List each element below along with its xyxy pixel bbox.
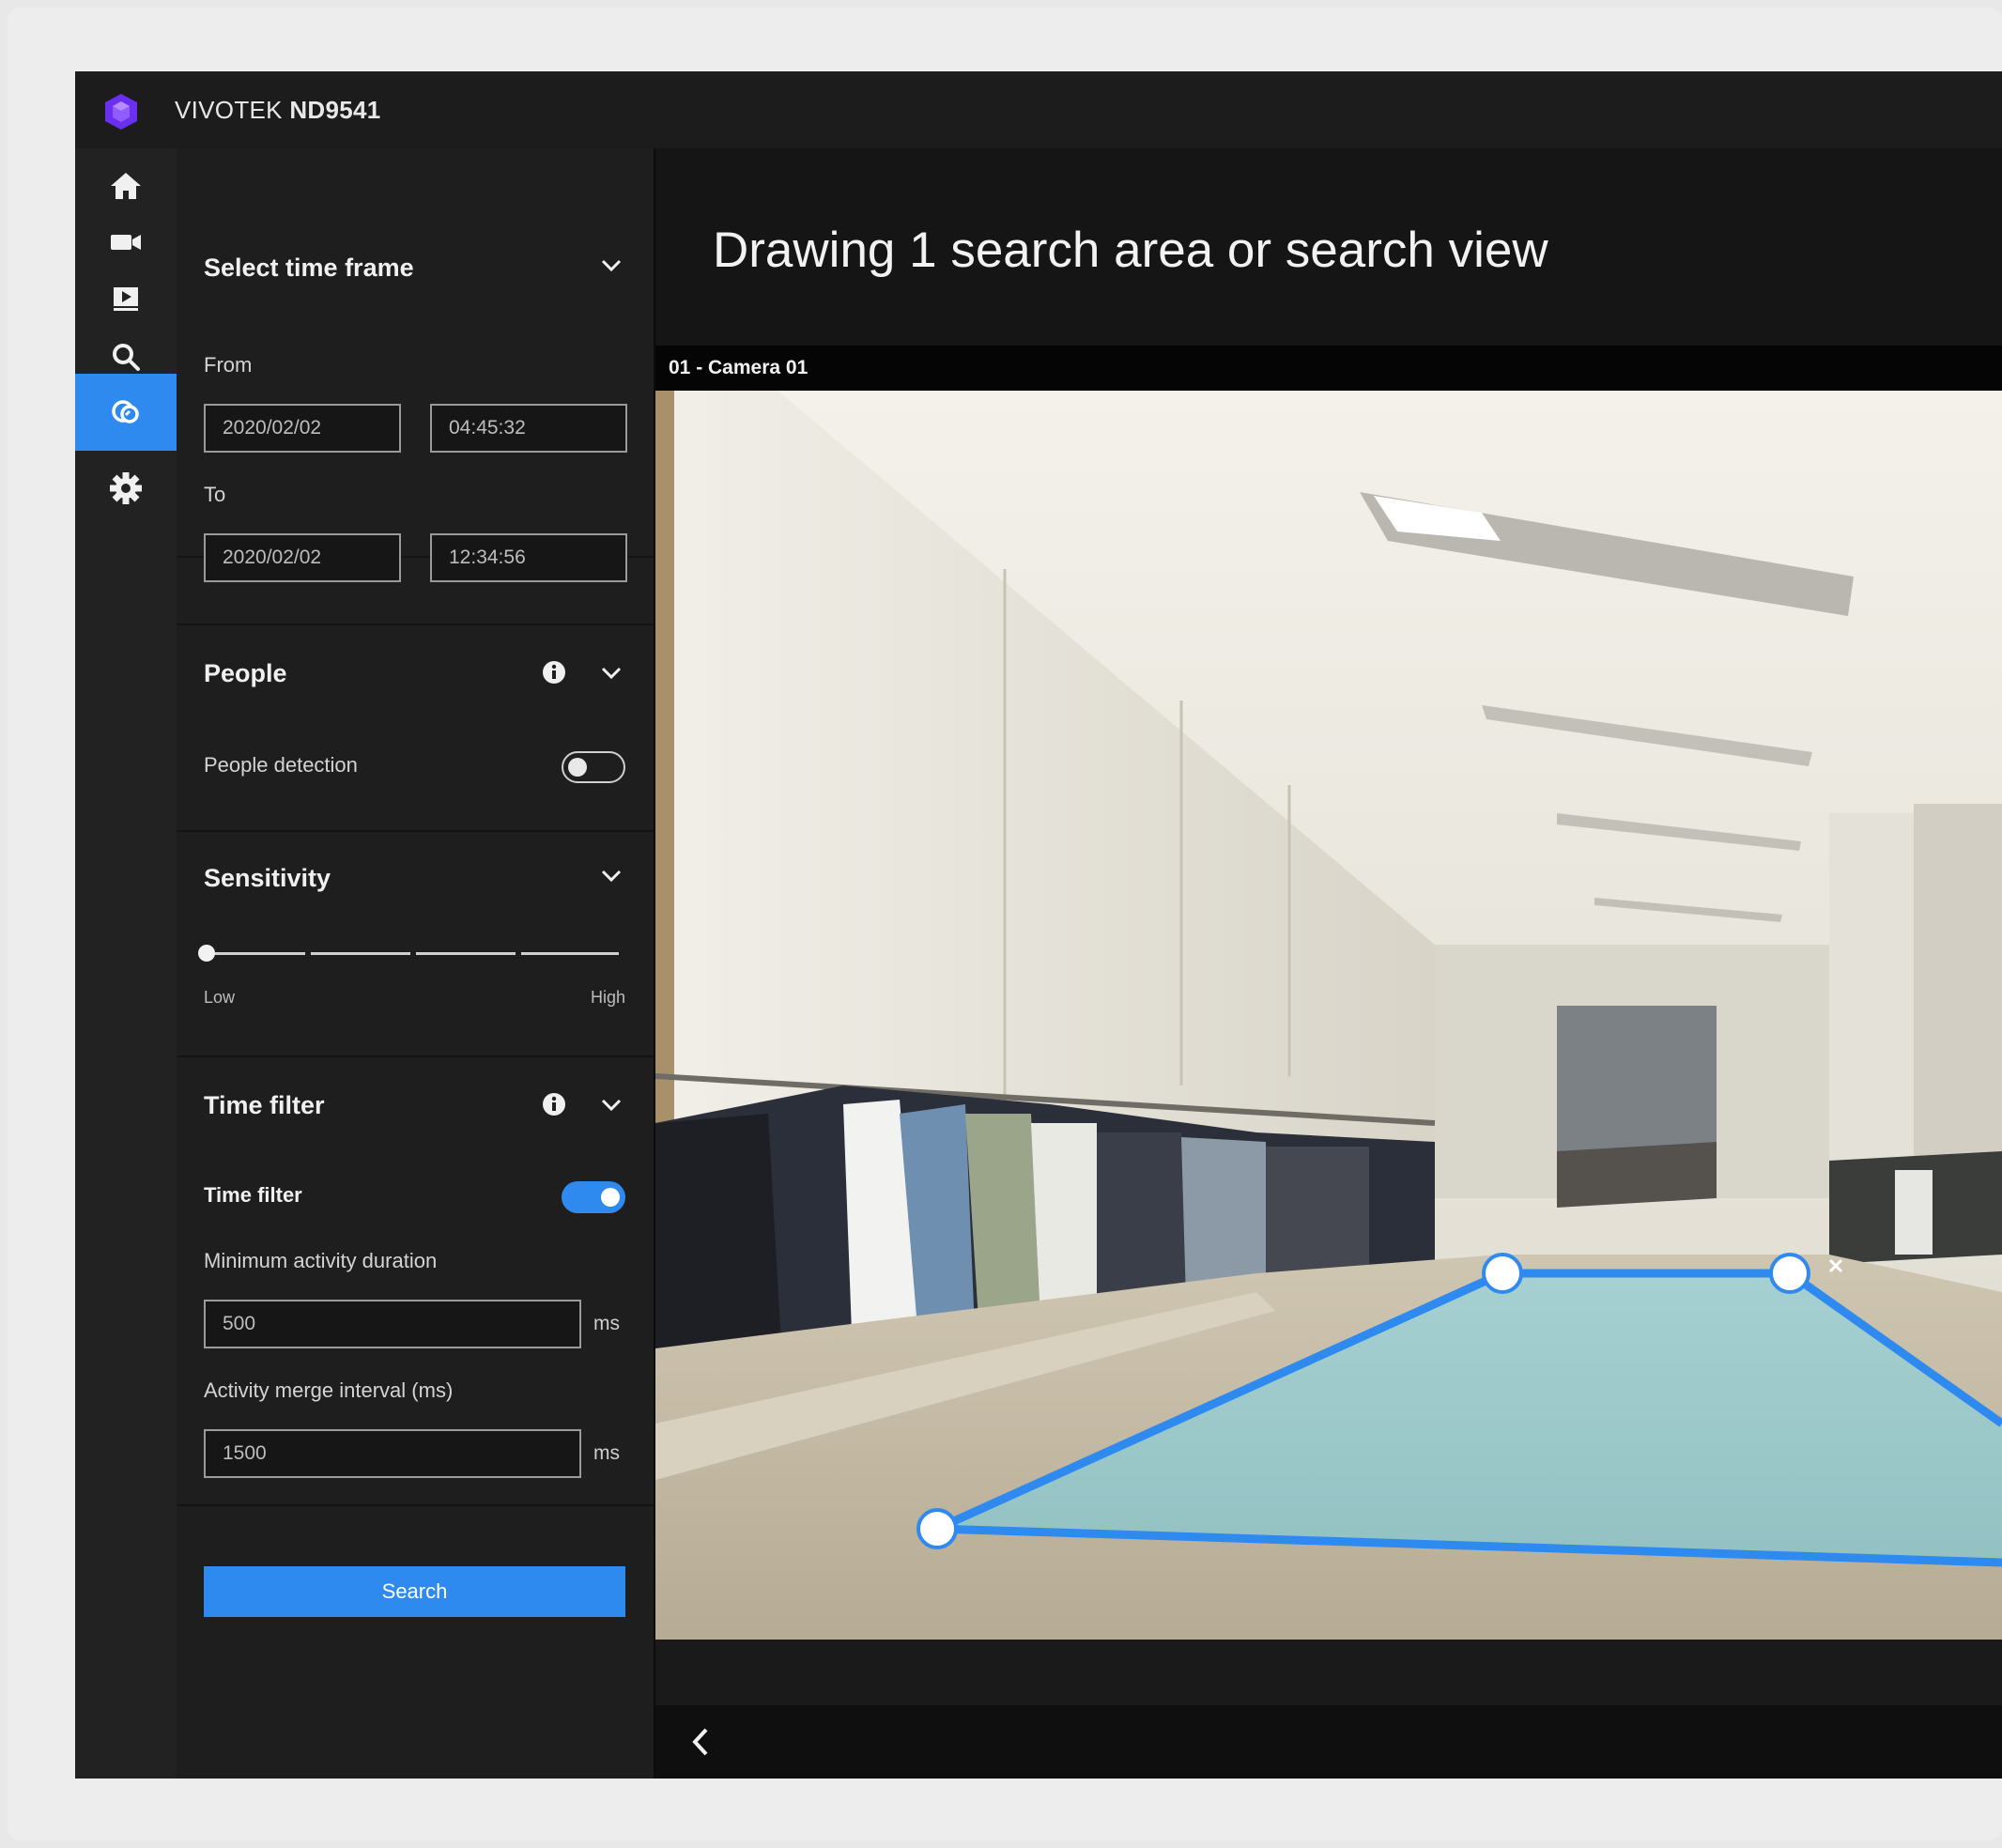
- to-label: To: [204, 483, 226, 506]
- search-button[interactable]: Search: [204, 1566, 625, 1617]
- people-section: People People detection: [177, 624, 654, 832]
- camera-video-view[interactable]: [655, 391, 2002, 1640]
- search-icon: [113, 344, 140, 371]
- time-frame-section: Select time frame From 2020/02/02 04:45:…: [177, 148, 654, 582]
- merge-interval-field[interactable]: 1500: [204, 1429, 581, 1478]
- people-detection-label: People detection: [204, 753, 358, 777]
- chevron-down-icon[interactable]: [597, 252, 625, 280]
- camera-icon: [111, 235, 141, 250]
- merge-interval-label: Activity merge interval (ms): [204, 1378, 454, 1402]
- min-activity-duration-label: Minimum activity duration: [204, 1249, 438, 1272]
- top-bar: VIVOTEK ND9541: [75, 71, 2002, 149]
- settings-gear-icon: [110, 472, 142, 504]
- chevron-down-icon[interactable]: [597, 1091, 625, 1119]
- merge-interval-unit: ms: [593, 1442, 620, 1464]
- sensitivity-title: Sensitivity: [204, 864, 331, 892]
- nav-smart-search[interactable]: [75, 374, 177, 451]
- chevron-down-icon[interactable]: [597, 862, 625, 890]
- app-title: VIVOTEK ND9541: [175, 96, 381, 125]
- time-filter-section: Time filter Time filter Minimum activity…: [177, 1057, 654, 1506]
- camera-label: 01 - Camera 01: [669, 357, 808, 378]
- info-icon[interactable]: [541, 659, 567, 685]
- home-icon: [111, 173, 141, 199]
- time-filter-toggle-label: Time filter: [204, 1183, 302, 1207]
- page-title: Drawing 1 search area or search view: [713, 223, 1548, 278]
- nav-settings[interactable]: [75, 451, 177, 526]
- min-activity-duration-field[interactable]: 500: [204, 1300, 581, 1348]
- from-date-field[interactable]: 2020/02/02: [204, 404, 401, 453]
- vivotek-logo-icon: [105, 94, 137, 130]
- smart-search-icon: [112, 400, 139, 424]
- time-frame-title: Select time frame: [204, 254, 414, 282]
- to-time-field[interactable]: 12:34:56: [430, 533, 627, 582]
- main-header: Drawing 1 search area or search view: [655, 148, 2002, 346]
- info-icon[interactable]: [541, 1091, 567, 1117]
- nav-rail: [75, 148, 177, 1779]
- people-detection-toggle[interactable]: [562, 751, 625, 783]
- store-scene-image: [655, 391, 2002, 1640]
- chevron-down-icon[interactable]: [597, 659, 625, 687]
- sensitivity-slider-handle[interactable]: [198, 945, 215, 962]
- from-time-field[interactable]: 04:45:32: [430, 404, 627, 453]
- sensitivity-section: Sensitivity Low High: [177, 830, 654, 1057]
- sensitivity-high-label: High: [590, 988, 625, 1007]
- to-date-field[interactable]: 2020/02/02: [204, 533, 401, 582]
- model-name: ND9541: [289, 96, 381, 124]
- brand-name: VIVOTEK: [175, 96, 283, 124]
- time-filter-title: Time filter: [204, 1091, 325, 1119]
- app-window: VIVOTEK ND9541 Select time frame From 20…: [75, 71, 2002, 1779]
- video-toolbar-strip: [655, 1640, 2002, 1705]
- from-label: From: [204, 353, 253, 377]
- main-area: Drawing 1 search area or search view 01 …: [655, 148, 2002, 1779]
- chevron-left-icon[interactable]: [680, 1720, 723, 1763]
- people-title: People: [204, 659, 287, 687]
- bottom-bar: [655, 1705, 2002, 1779]
- min-duration-unit: ms: [593, 1313, 620, 1334]
- sensitivity-slider-track[interactable]: [206, 952, 619, 955]
- camera-title-bar: 01 - Camera 01: [655, 346, 2002, 391]
- time-filter-toggle[interactable]: [562, 1181, 625, 1213]
- sensitivity-low-label: Low: [204, 988, 236, 1007]
- search-settings-panel: Select time frame From 2020/02/02 04:45:…: [177, 148, 655, 1779]
- playback-icon: [114, 287, 138, 311]
